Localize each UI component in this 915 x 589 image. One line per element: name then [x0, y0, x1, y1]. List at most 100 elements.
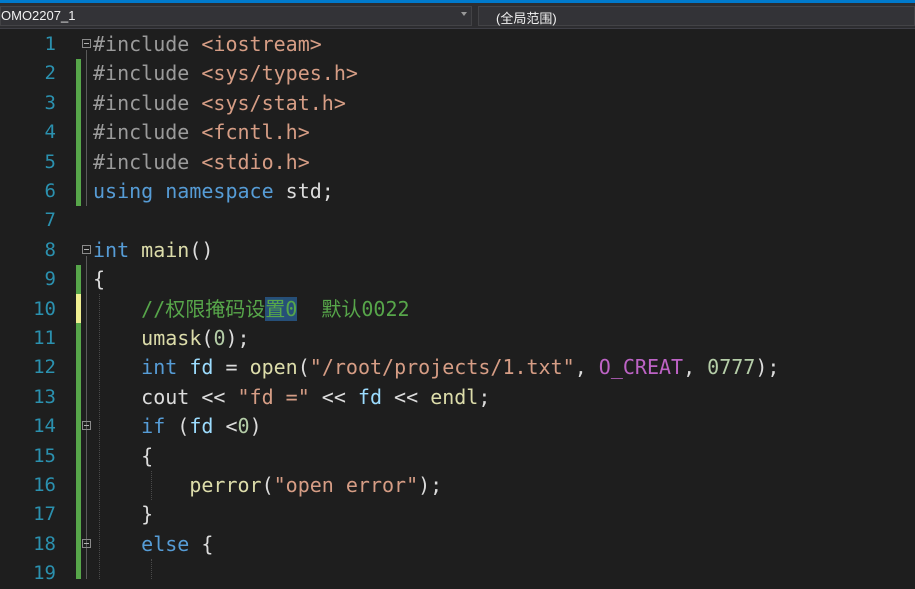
code-text: #include <fcntl.h>: [93, 118, 310, 147]
code-line[interactable]: 2 #include <sys/types.h>: [0, 59, 915, 88]
code-text: {: [93, 442, 153, 471]
code-line[interactable]: 6 using namespace std;: [0, 177, 915, 206]
code-line[interactable]: 13 cout << "fd =" << fd << endl;: [0, 383, 915, 412]
line-number: 9: [44, 268, 56, 291]
project-dropdown-label: OMO2207_1: [1, 8, 76, 23]
collapse-icon[interactable]: [82, 39, 91, 48]
line-number: 2: [44, 62, 56, 85]
code-line[interactable]: 8 int main(): [0, 236, 915, 265]
code-token: (: [261, 473, 274, 497]
code-token: //权限掩码设: [141, 296, 266, 321]
code-line[interactable]: 7: [0, 206, 915, 235]
code-editor[interactable]: 1 #include <iostream> 2 #include <sys/types…: [0, 30, 915, 584]
code-token: <sys/types.h>: [201, 61, 358, 86]
project-dropdown[interactable]: OMO2207_1: [0, 6, 472, 26]
code-token: namespace: [165, 179, 286, 203]
code-token: <<: [309, 384, 358, 409]
code-token: <stdio.h>: [201, 149, 310, 174]
code-token: if: [141, 414, 178, 439]
line-number: 17: [33, 503, 56, 526]
code-token: <: [213, 414, 238, 439]
line-number: 8: [44, 238, 56, 261]
navigation-bar: OMO2207_1 (全局范围): [0, 3, 915, 29]
code-line[interactable]: 9{: [0, 265, 915, 294]
code-token: {: [93, 443, 154, 468]
code-text: int main(): [93, 236, 213, 265]
code-line[interactable]: 19: [0, 559, 915, 588]
line-number: 6: [44, 180, 56, 202]
code-text: #include <sys/stat.h>: [93, 89, 346, 118]
line-number: 16: [33, 474, 56, 496]
code-text: cout << "fd =" << fd << endl;: [93, 383, 490, 412]
code-token: ;: [478, 384, 491, 409]
code-line[interactable]: 15 {: [0, 442, 915, 471]
code-line[interactable]: 10 //权限掩码设置0 默认0022: [0, 295, 915, 324]
collapse-icon[interactable]: [82, 421, 91, 431]
code-token: perror: [189, 473, 262, 497]
scope-dropdown[interactable]: (全局范围): [478, 6, 915, 26]
line-number: 3: [44, 91, 56, 114]
code-line[interactable]: 18 else {: [0, 530, 915, 559]
collapse-icon[interactable]: [82, 538, 91, 548]
code-token: <<: [382, 384, 431, 409]
code-token: 0: [213, 326, 226, 350]
code-token: (): [189, 237, 214, 262]
code-text: else {: [93, 530, 213, 559]
code-token: #include: [93, 32, 202, 56]
code-token: (: [297, 355, 310, 380]
line-number: 5: [44, 150, 56, 173]
chevron-down-icon[interactable]: [461, 12, 467, 16]
code-token: int: [141, 355, 190, 380]
collapse-icon[interactable]: [82, 244, 91, 254]
code-token: int: [93, 237, 142, 262]
code-token: 置0: [265, 296, 298, 321]
code-text: //权限掩码设置0 默认0022: [93, 295, 410, 324]
code-token: );: [755, 355, 780, 380]
code-line[interactable]: 12 int fd = open("/root/projects/1.txt",…: [0, 353, 915, 382]
code-token: cout <<: [93, 384, 238, 409]
code-token: ,: [683, 355, 708, 380]
code-token: <fcntl.h>: [201, 120, 310, 145]
code-token: <iostream>: [201, 32, 322, 56]
scope-dropdown-label: (全局范围): [496, 11, 557, 26]
code-text: #include <iostream>: [93, 30, 322, 59]
line-number: 12: [33, 356, 56, 379]
code-line[interactable]: 14 if (fd <0): [0, 412, 915, 441]
code-token: else: [141, 531, 202, 556]
code-token: {: [93, 267, 106, 292]
code-line[interactable]: 4 #include <fcntl.h>: [0, 118, 915, 147]
code-token: main: [141, 237, 190, 262]
line-number: 14: [33, 415, 56, 438]
code-line[interactable]: 5 #include <stdio.h>: [0, 148, 915, 177]
code-line[interactable]: 11 umask(0);: [0, 324, 915, 353]
code-token: =: [213, 355, 250, 380]
code-token: #include: [93, 149, 202, 174]
code-text: if (fd <0): [93, 412, 261, 441]
code-token: {: [201, 531, 214, 556]
line-number: 10: [33, 297, 56, 320]
code-token: 默认0022: [297, 296, 410, 321]
code-text: }: [93, 500, 153, 529]
code-line[interactable]: 1 #include <iostream>: [0, 30, 915, 59]
line-number: 7: [44, 209, 56, 232]
code-token: 0777: [707, 355, 756, 380]
code-token: 0: [237, 414, 250, 439]
code-line[interactable]: 17 }: [0, 500, 915, 529]
code-token: #include: [93, 90, 202, 115]
code-token: umask: [141, 326, 202, 350]
code-token: endl: [430, 384, 479, 409]
code-token: #include: [93, 61, 202, 86]
code-text: using namespace std;: [93, 177, 334, 206]
code-token: using: [93, 179, 166, 203]
code-token: (: [201, 326, 214, 350]
code-line[interactable]: 16 perror("open error");: [0, 471, 915, 500]
line-number: 13: [33, 385, 56, 408]
code-token: "open error": [273, 473, 419, 497]
code-line[interactable]: 3 #include <sys/stat.h>: [0, 89, 915, 118]
